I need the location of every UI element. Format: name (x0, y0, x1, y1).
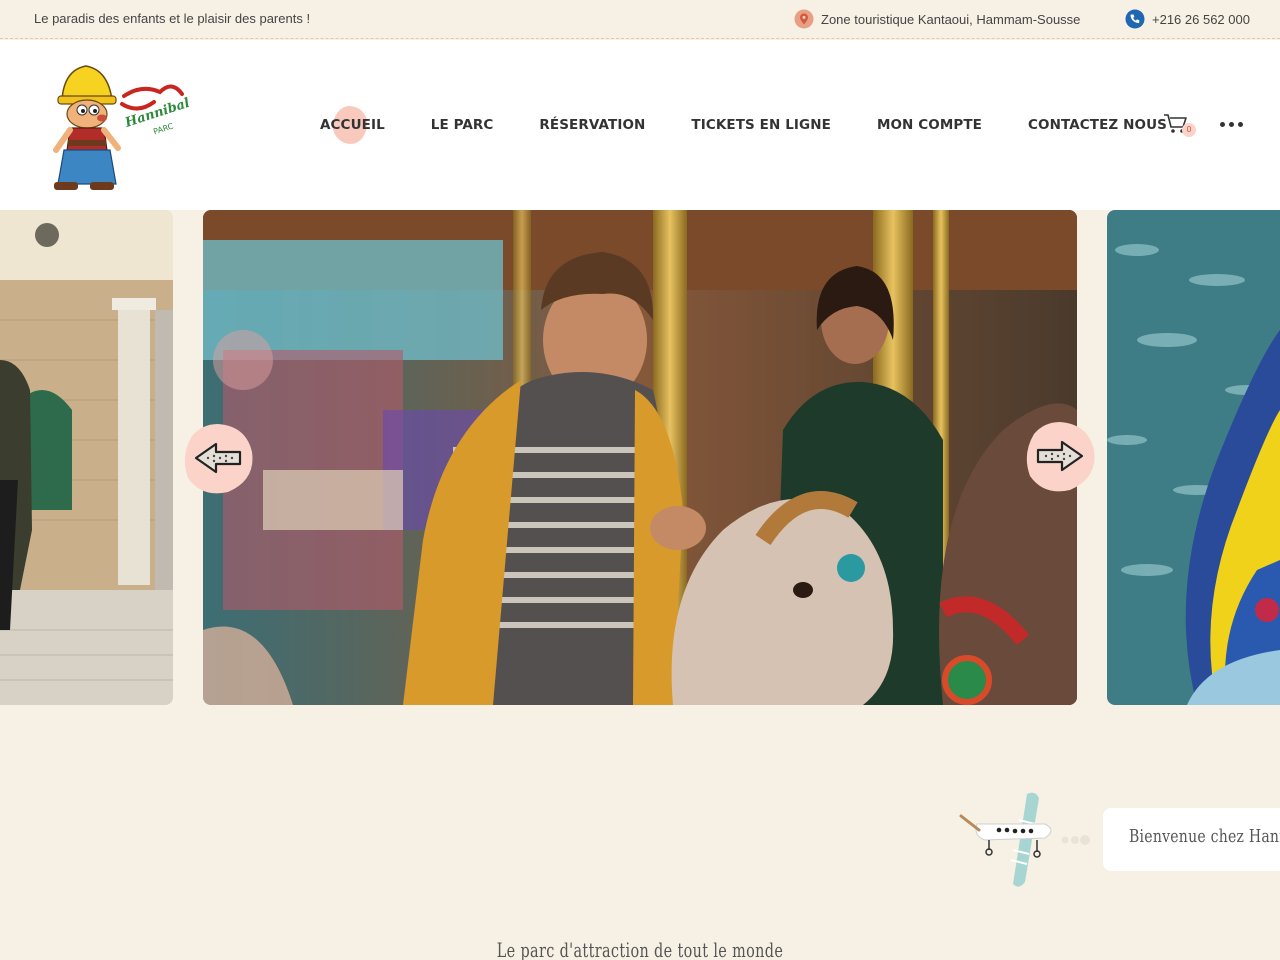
main-nav: ACCUEIL LE PARC RÉSERVATION TICKETS EN L… (320, 106, 1213, 144)
address-info[interactable]: Zone touristique Kantaoui, Hammam-Sousse (794, 9, 1080, 29)
welcome-banner: Bienvenue chez Hannibal Park (1103, 808, 1280, 871)
map-pin-icon (794, 9, 814, 29)
site-header: Hannibal PARC ACCUEIL LE PARC RÉSERVATIO… (0, 40, 1280, 210)
slide-image-carousel-kids (203, 210, 1077, 705)
tagline: Le paradis des enfants et le plaisir des… (34, 11, 311, 26)
svg-text:PARC: PARC (152, 121, 175, 136)
nav-item-le-parc[interactable]: LE PARC (431, 117, 494, 133)
arrow-right-icon (1026, 422, 1095, 492)
phone-text: +216 26 562 000 (1152, 11, 1250, 27)
airplane-illustration-icon (959, 792, 1090, 887)
carousel-slide-previous[interactable] (0, 210, 173, 705)
phone-icon (1125, 9, 1145, 29)
nav-item-reservation[interactable]: RÉSERVATION (539, 117, 645, 133)
carousel-next-button[interactable] (1024, 420, 1096, 492)
arrow-left-icon (184, 424, 253, 494)
slide-image-water-ride (1107, 210, 1280, 705)
carousel-slide-next[interactable] (1107, 210, 1280, 705)
park-logo[interactable]: Hannibal PARC (42, 58, 192, 193)
cart-button[interactable]: 0 (1163, 113, 1197, 143)
slide-image-building (0, 210, 173, 705)
nav-item-mon-compte[interactable]: MON COMPTE (877, 117, 982, 133)
more-dots-icon (1220, 122, 1225, 127)
address-text: Zone touristique Kantaoui, Hammam-Sousse (821, 11, 1081, 27)
carousel-prev-button[interactable] (182, 422, 254, 494)
phone-info[interactable]: +216 26 562 000 (1125, 9, 1250, 29)
nav-item-accueil[interactable]: ACCUEIL (320, 106, 385, 144)
section-subtitle: Le parc d'attraction de tout le monde (496, 938, 784, 960)
nav-item-tickets-en-ligne[interactable]: TICKETS EN LIGNE (691, 117, 831, 133)
nav-item-contactez-nous[interactable]: CONTACTEZ NOUS (1028, 117, 1167, 133)
top-info-bar: Le paradis des enfants et le plaisir des… (0, 0, 1280, 39)
more-menu-button[interactable] (1220, 122, 1243, 127)
welcome-text: Bienvenue chez Hannibal Park (1129, 826, 1280, 847)
cart-count-badge: 0 (1182, 123, 1196, 137)
carousel-slide-active[interactable] (203, 210, 1077, 705)
